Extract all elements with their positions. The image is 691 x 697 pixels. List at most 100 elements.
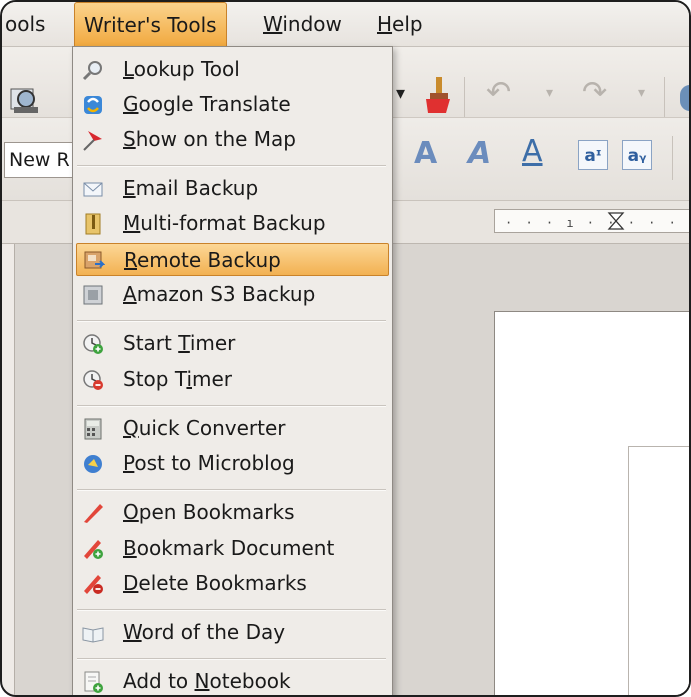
toolbar-separator bbox=[672, 136, 673, 180]
menu-item-email-backup[interactable]: Email Backup bbox=[76, 172, 389, 205]
book-icon bbox=[82, 627, 104, 643]
menu-item-label: Post to Microblog bbox=[123, 447, 295, 480]
remote-backup-icon bbox=[84, 251, 105, 269]
menu-separator bbox=[77, 658, 386, 660]
zip-icon bbox=[85, 213, 101, 235]
mnemonic: N bbox=[194, 669, 210, 693]
notebook-icon bbox=[84, 671, 103, 693]
label-rest: ookmark Document bbox=[136, 536, 335, 560]
font-name-box[interactable]: New R bbox=[4, 142, 74, 178]
menu-item-add-to-notebook[interactable]: Add to Notebook bbox=[76, 665, 389, 695]
horizontal-ruler[interactable]: · · · ı · · · · · bbox=[494, 209, 689, 233]
menu-writers-tools-label: Writer's Tools bbox=[84, 13, 217, 37]
redo-icon[interactable]: ↷ bbox=[582, 75, 607, 110]
undo-icon[interactable]: ↶ bbox=[486, 75, 511, 110]
menu-separator bbox=[77, 609, 386, 611]
mnemonic: W bbox=[123, 620, 142, 644]
mnemonic: O bbox=[123, 500, 139, 524]
menu-item-post-to-microblog[interactable]: Post to Microblog bbox=[76, 447, 389, 480]
toolbar-separator bbox=[464, 77, 465, 117]
label-rest: imer bbox=[189, 331, 236, 355]
subscript-icon[interactable]: aᵧ bbox=[622, 140, 652, 170]
label-rest: ookup Tool bbox=[133, 57, 240, 81]
font-effect-shadow-icon[interactable]: A bbox=[468, 136, 491, 171]
menu-separator bbox=[77, 405, 386, 407]
mnemonic: E bbox=[123, 176, 136, 200]
menu-item-label: Quick Converter bbox=[123, 412, 286, 445]
bookmark-add-icon bbox=[84, 540, 103, 559]
menu-item-amazon-s3-backup[interactable]: Amazon S3 Backup bbox=[76, 278, 389, 311]
menu-separator bbox=[77, 165, 386, 167]
menu-item-start-timer[interactable]: Start Timer bbox=[76, 327, 389, 360]
menu-item-delete-bookmarks[interactable]: Delete Bookmarks bbox=[76, 567, 389, 600]
menu-window[interactable]: Window bbox=[254, 2, 351, 46]
undo-dropdown-icon[interactable]: ▾ bbox=[546, 85, 553, 101]
menu-tools[interactable]: ools bbox=[2, 2, 54, 46]
menu-item-word-of-the-day[interactable]: Word of the Day bbox=[76, 616, 389, 649]
menu-help-mnemonic: H bbox=[377, 12, 393, 36]
label-rest: ost to Microblog bbox=[134, 451, 295, 475]
menu-item-label: Show on the Map bbox=[123, 123, 296, 156]
menu-tools-label: ools bbox=[5, 12, 46, 36]
menu-item-show-on-map[interactable]: Show on the Map bbox=[76, 123, 389, 156]
menu-help[interactable]: Help bbox=[368, 2, 432, 46]
label-rest: mer bbox=[192, 367, 233, 391]
menu-window-label: indow bbox=[282, 12, 342, 36]
label-rest: elete Bookmarks bbox=[138, 571, 307, 595]
email-icon bbox=[83, 182, 103, 197]
menu-writers-tools[interactable]: Writer's Tools bbox=[74, 2, 227, 46]
mnemonic: A bbox=[123, 282, 137, 306]
microblog-icon bbox=[84, 455, 102, 473]
mnemonic: B bbox=[123, 536, 137, 560]
superscript-icon[interactable]: aᶦ bbox=[578, 140, 608, 170]
calculator-icon bbox=[84, 418, 102, 440]
menu-item-label: Stop Timer bbox=[123, 363, 232, 396]
label-pre: Stop T bbox=[123, 367, 187, 391]
magnifier-icon bbox=[82, 61, 102, 81]
font-effect-outline-icon[interactable]: A bbox=[414, 136, 437, 171]
menu-item-lookup-tool[interactable]: Lookup Tool bbox=[76, 53, 389, 86]
menu-item-stop-timer[interactable]: Stop Timer bbox=[76, 363, 389, 396]
menu-item-label: Email Backup bbox=[123, 172, 258, 205]
mnemonic: M bbox=[123, 211, 141, 235]
writers-tools-menu: Lookup Tool Google Translate Show on the… bbox=[72, 46, 393, 695]
dropdown-arrow-icon[interactable]: ▾ bbox=[396, 83, 405, 104]
s3-icon bbox=[83, 285, 103, 305]
label-pre: Start bbox=[123, 331, 179, 355]
menu-item-quick-converter[interactable]: Quick Converter bbox=[76, 412, 389, 445]
navigator-icon[interactable] bbox=[680, 85, 689, 111]
font-name-value: New R bbox=[9, 149, 70, 171]
menu-item-open-bookmarks[interactable]: Open Bookmarks bbox=[76, 496, 389, 529]
label-rest: ord of the Day bbox=[141, 620, 286, 644]
page-preview-icon[interactable] bbox=[8, 83, 42, 117]
clone-formatting-icon[interactable] bbox=[420, 75, 456, 115]
mnemonic: R bbox=[124, 248, 137, 272]
menu-item-label: Word of the Day bbox=[123, 616, 285, 649]
menu-item-bookmark-document[interactable]: Bookmark Document bbox=[76, 532, 389, 565]
timer-stop-icon bbox=[83, 370, 103, 390]
label-rest: mazon S3 Backup bbox=[136, 282, 316, 306]
label-pre: Add to bbox=[123, 669, 195, 693]
indent-marker-icon[interactable] bbox=[607, 212, 625, 230]
mnemonic: S bbox=[123, 127, 136, 151]
app-window: ools Writer's Tools Window Help ▾ ↶ ▾ ↷ … bbox=[0, 0, 691, 697]
redo-dropdown-icon[interactable]: ▾ bbox=[638, 85, 645, 101]
menu-item-label: Add to Notebook bbox=[123, 665, 291, 695]
menu-item-label: Delete Bookmarks bbox=[123, 567, 307, 600]
menu-item-remote-backup[interactable]: Remote Backup bbox=[76, 243, 389, 276]
menu-item-label: Remote Backup bbox=[124, 244, 281, 277]
menu-item-label: Amazon S3 Backup bbox=[123, 278, 315, 311]
menu-help-label: elp bbox=[392, 12, 423, 36]
menu-item-label: Google Translate bbox=[123, 88, 291, 121]
toolbar-separator bbox=[664, 77, 665, 117]
underline-color-icon[interactable]: A bbox=[522, 134, 543, 169]
menu-item-label: Lookup Tool bbox=[123, 53, 240, 86]
menu-item-google-translate[interactable]: Google Translate bbox=[76, 88, 389, 121]
translate-icon bbox=[84, 96, 102, 114]
label-rest: otebook bbox=[209, 669, 291, 693]
menu-separator bbox=[77, 320, 386, 322]
label-rest: mail Backup bbox=[135, 176, 259, 200]
text-boundary bbox=[628, 446, 689, 695]
menu-item-multi-format-backup[interactable]: Multi-format Backup bbox=[76, 207, 389, 240]
label-rest: uick Converter bbox=[138, 416, 286, 440]
